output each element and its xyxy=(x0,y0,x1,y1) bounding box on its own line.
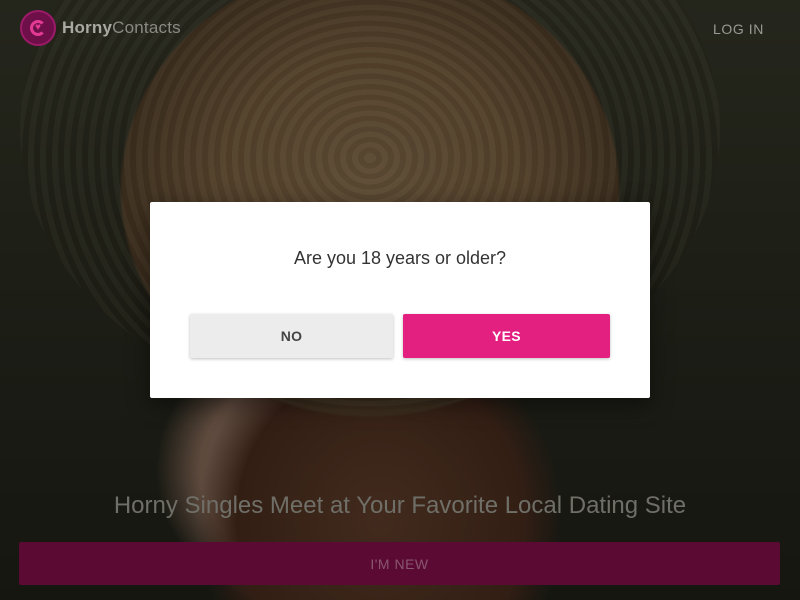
hero-tagline: Horny Singles Meet at Your Favorite Loca… xyxy=(113,492,687,519)
login-link[interactable]: LOG IN xyxy=(713,21,764,37)
heart-logo-icon xyxy=(20,10,56,46)
im-new-button[interactable]: I'M NEW xyxy=(19,542,780,585)
yes-button[interactable]: YES xyxy=(403,314,610,358)
logo-text-bold: Horny xyxy=(62,18,113,37)
site-header: HornyContacts LOG IN xyxy=(0,0,800,60)
logo-text-light: Contacts xyxy=(112,18,181,37)
no-button[interactable]: NO xyxy=(190,314,393,358)
page: HornyContacts LOG IN Horny Singles Meet … xyxy=(0,0,800,600)
age-question: Are you 18 years or older? xyxy=(293,248,507,268)
site-logo[interactable]: HornyContacts xyxy=(20,10,181,46)
age-verification-dialog: Are you 18 years or older? NO YES xyxy=(150,202,650,398)
logo-text: HornyContacts xyxy=(62,18,181,38)
